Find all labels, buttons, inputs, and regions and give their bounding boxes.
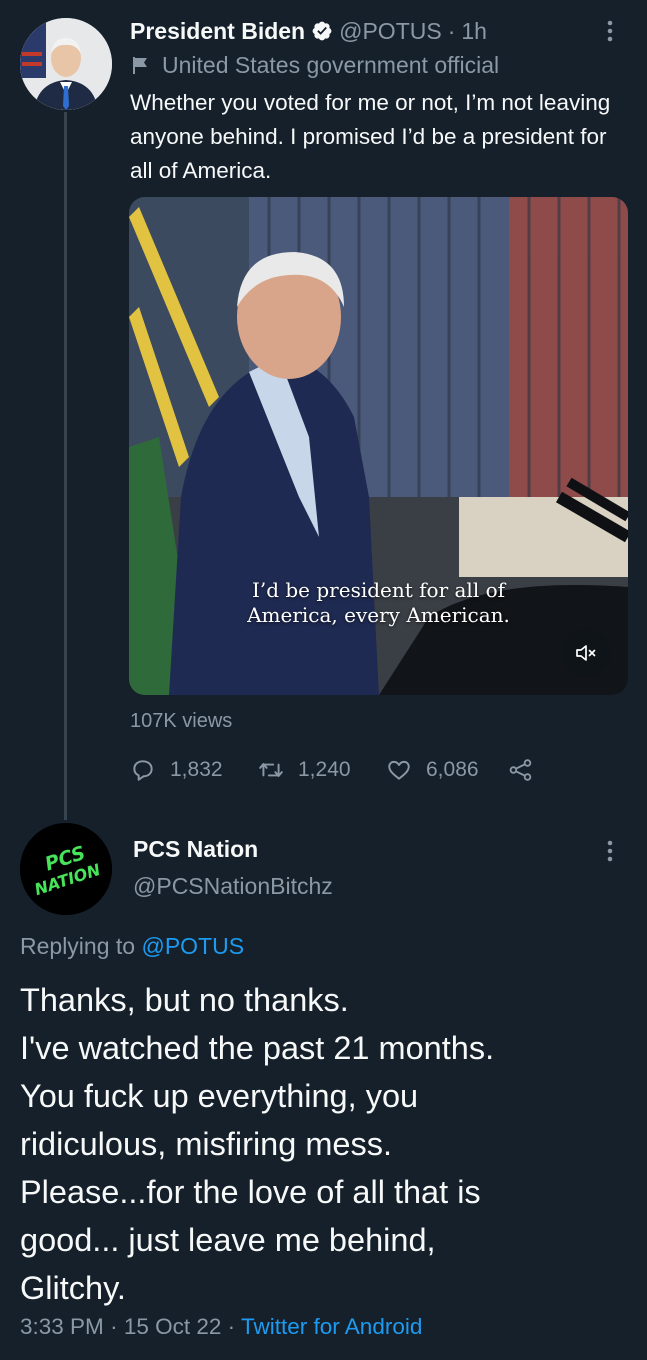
- government-label-text: United States government official: [162, 51, 500, 78]
- reply-text-line: Thanks, but no thanks.: [20, 982, 349, 1018]
- like-icon: [388, 760, 410, 780]
- time-separator: ·: [447, 17, 456, 44]
- share-button[interactable]: [508, 757, 548, 783]
- thread-line: [64, 112, 67, 820]
- mute-button[interactable]: [562, 629, 610, 677]
- reply-text-line: Please...for the love of all that is: [20, 1174, 481, 1210]
- reply-author-name[interactable]: PCS Nation: [133, 836, 258, 863]
- video-caption-line-2: America, every American.: [247, 603, 510, 627]
- replying-to-handle-link[interactable]: @POTUS: [141, 933, 244, 959]
- reply-author-handle[interactable]: @PCSNationBitchz: [133, 873, 333, 900]
- more-options-button[interactable]: [600, 18, 620, 44]
- reply-more-options-button[interactable]: [600, 838, 620, 864]
- more-icon: [607, 840, 613, 862]
- author-handle[interactable]: @POTUS: [339, 18, 442, 45]
- replying-to-prefix: Replying to: [20, 933, 136, 959]
- government-label[interactable]: United States government official: [130, 48, 499, 82]
- reply-text: Thanks, but no thanks. I've watched the …: [20, 976, 630, 1312]
- tweet-header: President Biden @POTUS · 1h: [130, 14, 487, 48]
- meta-separator: ·: [110, 1314, 118, 1339]
- reply-icon: [133, 760, 153, 781]
- reply-text-line: You fuck up everything, you: [20, 1078, 419, 1114]
- avatar-portrait-image: [20, 18, 112, 110]
- client-link[interactable]: Twitter for Android: [241, 1314, 422, 1339]
- like-count: 6,086: [426, 758, 479, 781]
- verified-badge-icon: [312, 21, 332, 41]
- tweet-actions: 1,832 1,240 6,086: [130, 752, 548, 788]
- reply-text-line: Glitchy.: [20, 1270, 126, 1306]
- avatar-pcs-nation[interactable]: PCS NATION: [20, 823, 112, 915]
- share-icon: [509, 759, 532, 781]
- more-icon: [607, 20, 613, 42]
- mute-icon: [576, 645, 596, 661]
- video-caption-line-1: I’d be president for all of: [251, 578, 506, 602]
- reply-count: 1,832: [170, 758, 223, 781]
- meta-separator: ·: [227, 1314, 236, 1339]
- reply-button[interactable]: 1,832: [130, 757, 258, 783]
- reply-text-line: ridiculous, misfiring mess.: [20, 1126, 393, 1162]
- view-count: 107K views: [130, 710, 233, 732]
- retweet-icon: [259, 763, 283, 777]
- tweet-video[interactable]: I’d be president for all of America, eve…: [129, 197, 628, 695]
- reply-timestamp: 3:33 PM · 15 Oct 22 · Twitter for Androi…: [20, 1314, 422, 1340]
- tweet-time[interactable]: 1h: [461, 18, 487, 45]
- flag-icon: [133, 57, 147, 74]
- reply-text-line: good... just leave me behind,: [20, 1222, 436, 1258]
- like-button[interactable]: 6,086: [386, 757, 508, 783]
- reply-text-line: I've watched the past 21 months.: [20, 1030, 495, 1066]
- tweet-text: Whether you voted for me or not, I’m not…: [130, 90, 611, 183]
- replying-to: Replying to @POTUS: [20, 933, 244, 960]
- pcs-nation-logo: PCS NATION: [20, 823, 112, 915]
- avatar-potus[interactable]: [20, 18, 112, 110]
- retweet-count: 1,240: [298, 758, 351, 781]
- reply-date[interactable]: 15 Oct 22: [124, 1314, 222, 1339]
- author-name[interactable]: President Biden: [130, 18, 305, 45]
- video-caption: I’d be president for all of America, eve…: [129, 578, 628, 628]
- reply-time[interactable]: 3:33 PM: [20, 1314, 104, 1339]
- retweet-button[interactable]: 1,240: [258, 757, 386, 783]
